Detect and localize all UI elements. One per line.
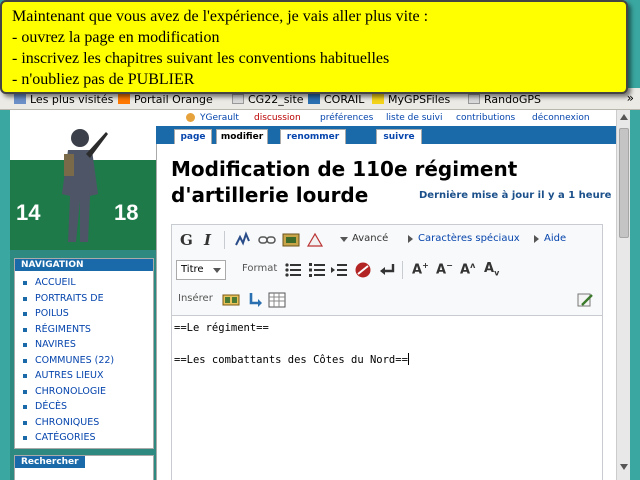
navigation-list: ACCUEIL PORTRAITS DE POILUS RÉGIMENTS NA…	[15, 271, 153, 448]
navigation-portlet: NAVIGATION ACCUEIL PORTRAITS DE POILUS R…	[14, 258, 154, 449]
left-sidebar: 14 18 NAVIGATION ACCUEIL PORTRAITS DE PO…	[10, 110, 156, 480]
page-scrollbar[interactable]	[616, 110, 630, 480]
bookmarks-overflow-button[interactable]: »	[627, 91, 634, 105]
advanced-chevron-icon	[340, 237, 348, 242]
superscript-button[interactable]: Aʌ	[460, 261, 475, 279]
editor-toolbar-main: G I Avancé Caractères spéciaux Aide	[172, 225, 602, 255]
image-icon[interactable]	[282, 231, 300, 249]
scrollbar-thumb[interactable]	[619, 128, 629, 238]
nav-item-portraits[interactable]: PORTRAITS DE	[21, 291, 151, 307]
user-icon	[186, 113, 195, 122]
nowiki-icon[interactable]	[354, 261, 372, 279]
nav-item-autres-lieux[interactable]: AUTRES LIEUX	[21, 368, 151, 384]
bookmark-corail[interactable]: CORAIL	[308, 93, 364, 106]
bookmark-mygpsfiles[interactable]: MyGPSFiles	[372, 93, 450, 106]
reference-icon[interactable]	[306, 231, 324, 249]
nav-item-chronologie-continued[interactable]: DÉCÈS	[21, 399, 151, 415]
subscript-button[interactable]: Av	[484, 261, 499, 279]
signature-icon[interactable]	[234, 231, 252, 249]
search-replace-icon[interactable]	[576, 291, 594, 309]
nav-item-accueil[interactable]: ACCUEIL	[21, 275, 151, 291]
user-link[interactable]: YGerault	[200, 113, 239, 123]
callout-line-1: Maintenant que vous avez de l'expérience…	[12, 8, 429, 25]
decrease-size-button[interactable]: A−	[436, 261, 453, 279]
preferences-link[interactable]: préférences	[320, 113, 373, 123]
contributions-link[interactable]: contributions	[456, 113, 515, 123]
editor-toolbar-insert: Insérer	[172, 285, 602, 315]
site-logo[interactable]: 14 18	[10, 110, 156, 250]
watchlist-link[interactable]: liste de suivi	[386, 113, 442, 123]
nav-item-categories[interactable]: CATÉGORIES	[21, 430, 151, 446]
bookmark-cg22[interactable]: CG22_site	[232, 93, 304, 106]
indent-icon[interactable]	[330, 261, 348, 279]
italic-button[interactable]: I	[204, 231, 211, 249]
text-cursor	[407, 353, 409, 365]
scroll-down-arrow-icon[interactable]	[620, 464, 628, 470]
logout-link[interactable]: déconnexion	[532, 113, 590, 123]
heading-select[interactable]: Titre	[176, 260, 226, 280]
search-heading: Rechercher	[15, 456, 85, 468]
bookmark-most-visited[interactable]: Les plus visités	[14, 93, 113, 106]
format-label: Format	[242, 263, 278, 274]
orange-logo-icon	[118, 94, 130, 104]
nav-item-regiments[interactable]: RÉGIMENTS	[21, 322, 151, 338]
callout-line-3: - inscrivez les chapitres suivant les co…	[12, 50, 390, 67]
nav-item-chroniques[interactable]: CHRONIQUES	[21, 415, 151, 431]
editor-toolbar-advanced: Titre Format A+ A− Aʌ Av	[172, 255, 602, 285]
special-chars-chevron-icon	[408, 235, 413, 243]
help-toggle[interactable]: Aide	[544, 233, 566, 244]
nav-item-navires[interactable]: NAVIRES	[21, 337, 151, 353]
wiki-editor: G I Avancé Caractères spéciaux Aide Titr…	[171, 224, 603, 480]
increase-size-button[interactable]: A+	[412, 261, 429, 279]
table-icon[interactable]	[268, 291, 286, 309]
nav-item-chronologie[interactable]: CHRONOLOGIE	[21, 384, 151, 400]
navigation-heading: NAVIGATION	[15, 259, 153, 271]
logo-year-start: 14	[16, 200, 41, 225]
bookmark-icon	[14, 94, 26, 104]
soldier-silhouette-icon	[62, 129, 108, 242]
bulleted-list-icon[interactable]	[284, 261, 302, 279]
advanced-toggle[interactable]: Avancé	[352, 233, 388, 244]
search-portlet: Rechercher	[14, 455, 154, 480]
tab-rename[interactable]: renommer	[280, 129, 346, 144]
page-icon	[468, 94, 480, 104]
numbered-list-icon[interactable]	[308, 261, 326, 279]
content-area: Modification de 110e régiment d'artiller…	[156, 144, 616, 480]
discussion-link[interactable]: discussion	[254, 113, 301, 123]
insert-label: Insérer	[178, 293, 213, 304]
redirect-icon[interactable]	[246, 291, 264, 309]
logo-year-end: 18	[114, 200, 139, 225]
wiki-page: 14 18 NAVIGATION ACCUEIL PORTRAITS DE PO…	[10, 110, 630, 480]
tab-edit[interactable]: modifier	[216, 129, 268, 144]
bookmark-portail-orange[interactable]: Portail Orange	[118, 93, 213, 106]
bold-button[interactable]: G	[180, 231, 193, 249]
special-chars-toggle[interactable]: Caractères spéciaux	[418, 233, 520, 244]
gallery-icon[interactable]	[222, 291, 240, 309]
gps-icon	[372, 94, 384, 104]
page-icon	[232, 94, 244, 104]
help-chevron-icon	[534, 235, 539, 243]
nav-item-communes[interactable]: COMMUNES (22)	[21, 353, 151, 369]
line-break-icon[interactable]	[378, 261, 396, 279]
callout-line-4: - n'oubliez pas de PUBLIER	[12, 71, 195, 88]
wikitext-textarea[interactable]: ==Le régiment== ==Les combattants des Cô…	[172, 315, 602, 480]
page-tabs: page modifier renommer suivre	[156, 126, 630, 144]
corail-icon	[308, 94, 320, 104]
tab-page[interactable]: page	[174, 129, 212, 144]
tab-follow[interactable]: suivre	[376, 129, 422, 144]
callout-line-2: - ouvrez la page en modification	[12, 29, 220, 46]
last-updated-link[interactable]: Dernière mise à jour il y a 1 heure	[419, 190, 611, 201]
link-icon[interactable]	[258, 233, 276, 247]
tutorial-callout: Maintenant que vous avez de l'expérience…	[0, 0, 628, 94]
scroll-up-arrow-icon[interactable]	[620, 114, 628, 120]
nav-item-portraits-continued[interactable]: POILUS	[21, 306, 151, 322]
bookmark-randogps[interactable]: RandoGPS	[468, 93, 541, 106]
personal-toolbar: YGerault discussion préférences liste de…	[170, 110, 630, 126]
dropdown-arrow-icon	[213, 268, 221, 273]
